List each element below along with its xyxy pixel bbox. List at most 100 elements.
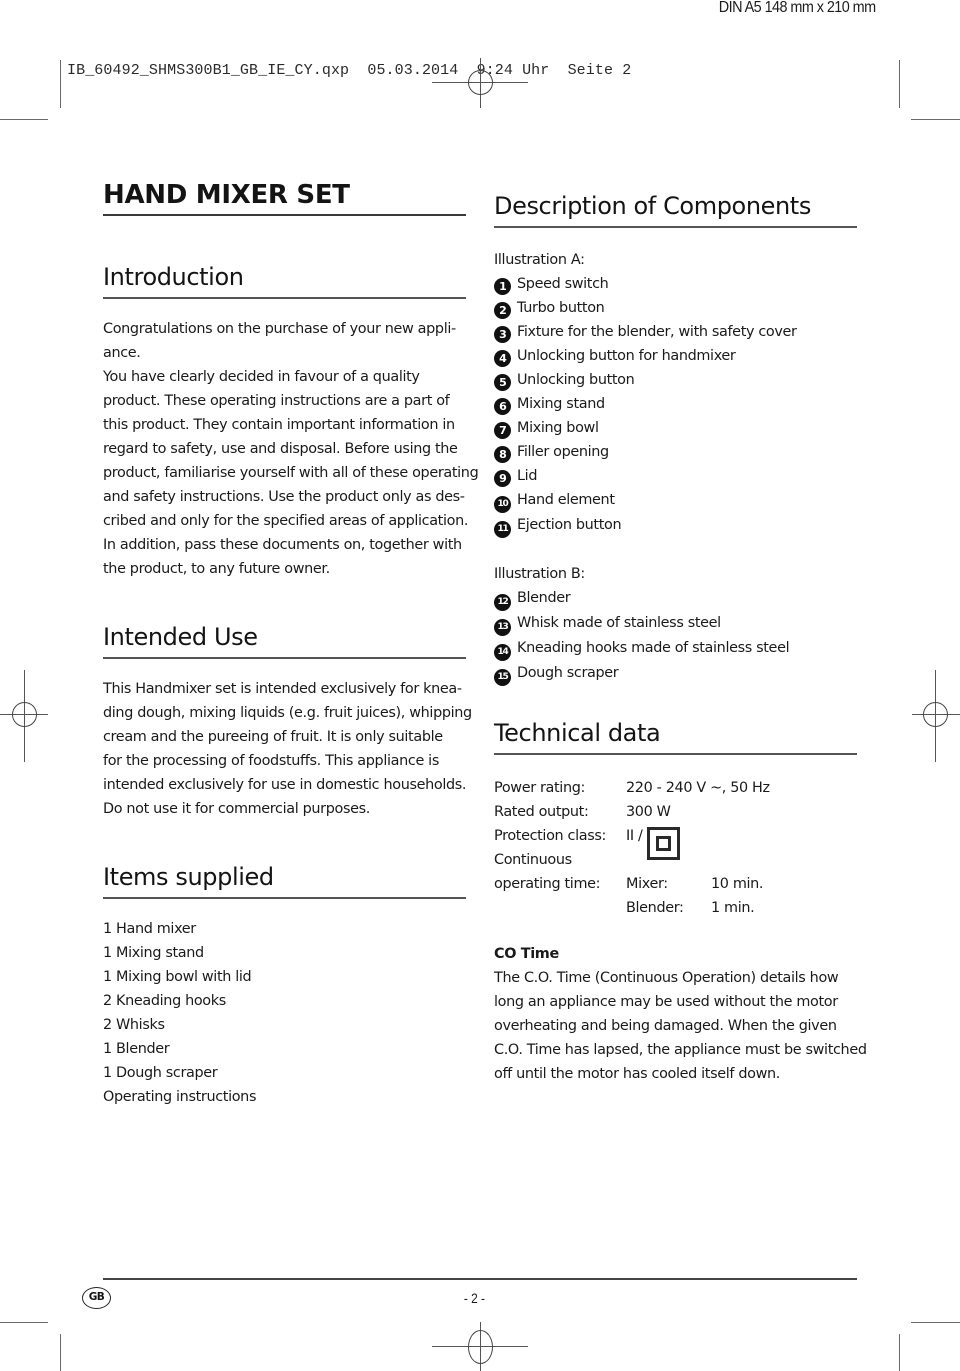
number-10-icon: 10 (494, 496, 511, 513)
crop-mark-bottom-right-horizontal (911, 1322, 960, 1323)
power-rating-label: Power rating: (494, 780, 586, 796)
blender-value: 1 min. (711, 900, 755, 916)
text-line: this product. They contain important inf… (103, 417, 455, 433)
component-label: Ejection button (517, 517, 622, 533)
list-item: 2 Whisks (103, 1017, 165, 1033)
component-item: 3 Fixture for the blender, with safety co… (494, 320, 857, 344)
items-supplied-heading: Items supplied (103, 865, 466, 899)
components-section: Description of Components Illustration A… (494, 194, 857, 686)
registration-mark-top-icon (430, 58, 530, 108)
component-label: Mixing stand (517, 396, 605, 412)
items-supplied-list: 1 Hand mixer 1 Mixing stand 1 Mixing bow… (103, 917, 466, 1109)
tech-row-output: Rated output: 300 W (494, 800, 857, 824)
component-label: Dough scraper (517, 665, 619, 681)
component-label: Whisk made of stainless steel (517, 615, 721, 631)
number-15-icon: 15 (494, 669, 511, 686)
blender-label: Blender: (626, 900, 684, 916)
protection-class-value: II / (626, 828, 643, 844)
component-label: Mixing bowl (517, 420, 599, 436)
operating-time-label: operating time: (494, 876, 601, 892)
co-time-heading: CO Time (494, 946, 559, 962)
tech-row-protection: Protection class: II / (494, 824, 857, 860)
component-item: 2 Turbo button (494, 296, 857, 320)
crop-mark-top-left-vertical (60, 60, 61, 108)
number-5-icon: 5 (494, 374, 511, 391)
component-item: 8 Filler opening (494, 440, 857, 464)
illustration-b-list: Illustration B: 12 Blender 13 Whisk made o… (494, 562, 857, 686)
print-slug-line: IB_60492_SHMS300B1_GB_IE_CY.qxp 05.03.20… (67, 62, 632, 79)
component-label: Kneading hooks made of stainless steel (517, 640, 790, 656)
component-label: Blender (517, 590, 571, 606)
text-line: The C.O. Time (Continuous Operation) det… (494, 970, 839, 986)
text-line: intended exclusively for use in domestic… (103, 777, 467, 793)
text-line: overheating and being damaged. When the … (494, 1018, 837, 1034)
component-item: 5 Unlocking button (494, 368, 857, 392)
text-line: product, familiarise yourself with all o… (103, 465, 479, 481)
component-label: Hand element (517, 492, 615, 508)
list-item: 1 Mixing bowl with lid (103, 969, 252, 985)
text-line: In addition, pass these documents on, to… (103, 537, 462, 553)
illustration-a-list: Illustration A: 1 Speed switch 2 Turbo but… (494, 248, 857, 538)
text-line: ance. (103, 345, 141, 361)
intended-use-heading: Intended Use (103, 625, 466, 659)
component-label: Speed switch (517, 276, 609, 292)
illustration-a-label: Illustration A: (494, 252, 585, 268)
component-label: Unlocking button for handmixer (517, 348, 736, 364)
list-item: 1 Dough scraper (103, 1065, 218, 1081)
list-item: 1 Blender (103, 1041, 170, 1057)
text-line: the product, to any future owner. (103, 561, 330, 577)
power-rating-value: 220 - 240 V ~, 50 Hz (626, 780, 770, 796)
text-line: cribed and only for the specified areas … (103, 513, 469, 529)
component-label: Fixture for the blender, with safety cov… (517, 324, 797, 340)
text-line: regard to safety, use and disposal. Befo… (103, 441, 458, 457)
empty-label (494, 896, 626, 920)
registration-mark-bottom-icon (430, 1322, 530, 1371)
co-time-section: CO Time The C.O. Time (Continuous Operat… (494, 942, 867, 1086)
component-item: 14 Kneading hooks made of stainless steel (494, 636, 857, 661)
number-8-icon: 8 (494, 446, 511, 463)
text-line: and safety instructions. Use the product… (103, 489, 465, 505)
number-3-icon: 3 (494, 326, 511, 343)
component-item: 7 Mixing bowl (494, 416, 857, 440)
component-item: 11 Ejection button (494, 513, 857, 538)
number-14-icon: 14 (494, 644, 511, 661)
text-line: off until the motor has cooled itself do… (494, 1066, 780, 1082)
component-item: 4 Unlocking button for handmixer (494, 344, 857, 368)
continuous-label: Continuous (494, 852, 572, 868)
tech-row-mixer: operating time: Mixer: 10 min. (494, 872, 857, 896)
component-item: 15 Dough scraper (494, 661, 857, 686)
text-line: Congratulations on the purchase of your … (103, 321, 456, 337)
component-label: Turbo button (517, 300, 605, 316)
component-item: 1 Speed switch (494, 272, 857, 296)
intended-use-text: This Handmixer set is intended exclusive… (103, 677, 472, 821)
page-number: - 2 - (463, 1290, 486, 1306)
mixer-label: Mixer: (626, 876, 668, 892)
co-time-text: CO Time The C.O. Time (Continuous Operat… (494, 942, 867, 1086)
text-line: product. These operating instructions ar… (103, 393, 450, 409)
protection-class-label: Protection class: (494, 828, 606, 844)
country-badge: GB (82, 1287, 111, 1309)
text-line: This Handmixer set is intended exclusive… (103, 681, 462, 697)
tech-row-power: Power rating: 220 - 240 V ~, 50 Hz (494, 776, 857, 800)
crop-mark-bottom-left-horizontal (0, 1322, 48, 1323)
number-9-icon: 9 (494, 470, 511, 487)
mixer-value: 10 min. (711, 876, 764, 892)
component-item: 6 Mixing stand (494, 392, 857, 416)
items-supplied-section: Items supplied 1 Hand mixer 1 Mixing sta… (103, 865, 466, 1109)
component-label: Lid (517, 468, 538, 484)
number-12-icon: 12 (494, 594, 511, 611)
components-heading: Description of Components (494, 194, 857, 228)
rated-output-value: 300 W (626, 804, 671, 820)
number-4-icon: 4 (494, 350, 511, 367)
registration-mark-left-icon (0, 670, 50, 765)
technical-data-heading: Technical data (494, 721, 857, 755)
paper-format-label: DIN A5 148 mm x 210 mm (719, 0, 876, 16)
rated-output-label: Rated output: (494, 804, 589, 820)
technical-data-section: Technical data Power rating: 220 - 240 V… (494, 721, 857, 920)
list-item: 1 Mixing stand (103, 945, 204, 961)
introduction-heading: Introduction (103, 265, 466, 299)
crop-mark-top-right-vertical (899, 60, 900, 108)
component-item: 13 Whisk made of stainless steel (494, 611, 857, 636)
introduction-section: Introduction Congratulations on the purc… (103, 265, 479, 581)
footer-rule (103, 1278, 857, 1280)
